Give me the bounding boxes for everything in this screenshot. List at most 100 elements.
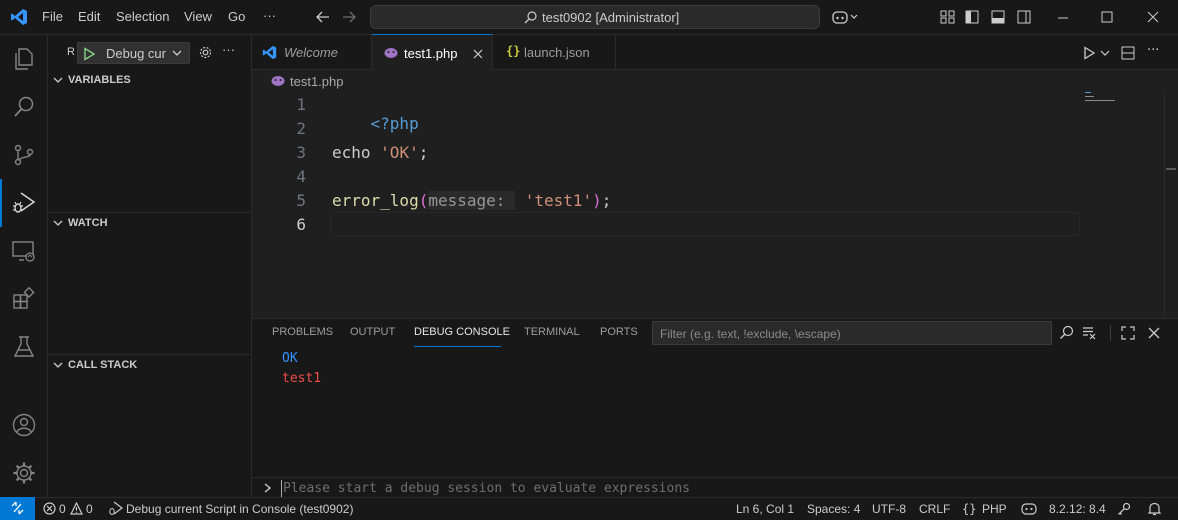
sidebar-more-actions[interactable]: ··· [222,42,235,57]
toggle-panel-icon[interactable] [991,10,1005,24]
start-debugging-icon[interactable] [82,47,96,61]
close-window-icon[interactable] [1147,11,1159,23]
php-file-icon [384,47,398,59]
copilot-icon[interactable] [832,9,858,25]
menu-selection[interactable]: Selection [116,9,169,24]
current-line-highlight [330,212,1080,236]
tab-ports[interactable]: PORTS [600,326,638,338]
function-error-log: error_log [332,191,419,210]
run-debug-sidebar: R Debug cur ··· VARIABLES WATCH CALL STA… [48,35,252,497]
debug-launch-icon[interactable] [108,501,123,516]
keyword-echo: echo [332,143,381,162]
tab-output[interactable]: OUTPUT [350,326,395,338]
error-icon[interactable] [43,502,56,515]
manage-gear-icon[interactable] [12,461,36,485]
error-count[interactable]: 0 [59,502,66,516]
title-bar: File Edit Selection View Go ··· test0902… [0,0,1178,35]
code-editor[interactable]: 1 2 3 4 5 6 <?php echo 'OK'; error_log(m… [252,92,1178,318]
section-call-stack[interactable]: CALL STACK [48,355,252,377]
extensions-icon[interactable] [12,287,36,311]
debug-console-input[interactable]: Please start a debug session to evaluate… [252,477,1178,498]
cursor-position[interactable]: Ln 6, Col 1 [736,502,794,516]
minimap[interactable] [1085,92,1165,318]
notifications-bell-icon[interactable] [1148,502,1161,516]
text-cursor [281,480,282,497]
indentation[interactable]: Spaces: 4 [807,502,860,516]
menu-view[interactable]: View [184,9,212,24]
remote-explorer-icon[interactable] [12,239,36,263]
paren-close: ) [592,191,602,210]
command-center[interactable]: test0902 [Administrator] [370,5,820,29]
line-number: 2 [296,119,306,138]
warning-count[interactable]: 0 [86,502,93,516]
line-number: 5 [296,191,306,210]
status-bar: 0 0 Debug current Script in Console (tes… [0,497,1178,520]
section-watch[interactable]: WATCH [48,213,252,235]
debug-config-dropdown[interactable]: Debug cur [77,42,190,64]
file-encoding[interactable]: UTF-8 [872,502,906,516]
open-launch-json-gear-icon[interactable] [198,45,213,60]
search-icon [524,11,537,24]
semicolon: ; [418,143,429,162]
menu-file[interactable]: File [42,9,63,24]
code-line-3: echo 'OK'; [332,143,428,162]
minimize-icon[interactable] [1057,12,1069,24]
filter-input[interactable]: Filter (e.g. text, !exclude, \escape) [652,321,1052,345]
back-arrow-icon[interactable] [316,10,330,24]
tab-test1-php[interactable]: test1.php [372,34,493,70]
divider [1110,325,1111,341]
tab-debug-console[interactable]: DEBUG CONSOLE [414,326,510,338]
testing-flask-icon[interactable] [12,335,36,359]
tab-launch-json-label: launch.json [524,45,590,60]
section-variables[interactable]: VARIABLES [48,70,252,92]
menu-more[interactable]: ··· [263,8,276,23]
breadcrumb-file[interactable]: test1.php [290,74,344,89]
php-file-icon [271,75,285,87]
key-icon[interactable] [1117,502,1131,516]
menu-go[interactable]: Go [228,9,245,24]
warning-icon[interactable] [70,502,83,515]
tab-welcome[interactable]: Welcome [252,35,372,70]
tab-launch-json[interactable]: {} launch.json [493,35,616,70]
chevron-down-icon[interactable] [1100,49,1110,57]
tab-terminal[interactable]: TERMINAL [524,326,580,338]
code-line-5: error_log(message: 'test1'); [332,191,611,210]
debug-target-label[interactable]: Debug current Script in Console (test090… [126,502,353,516]
php-version[interactable]: 8.2.12: 8.4 [1049,502,1106,516]
close-panel-icon[interactable] [1148,327,1160,339]
run-and-debug-icon[interactable] [12,191,36,215]
breadcrumb: test1.php [252,70,1178,92]
json-file-icon: {} [506,44,521,58]
accounts-icon[interactable] [12,413,36,437]
split-editor-icon[interactable] [1121,46,1135,60]
toggle-secondary-sidebar-icon[interactable] [1017,10,1031,24]
search-view-icon[interactable] [12,95,36,119]
vscode-logo-icon [10,8,28,26]
tab-problems[interactable]: PROBLEMS [272,326,333,338]
customize-layout-icon[interactable] [940,10,955,24]
scrollbar-track[interactable] [1164,92,1165,318]
explorer-icon[interactable] [12,47,36,71]
inlay-hint-message: message: [428,191,516,210]
maximize-icon[interactable] [1101,11,1113,23]
editor-more-actions[interactable]: ··· [1147,43,1159,58]
close-tab-icon[interactable] [473,49,483,59]
clear-console-icon[interactable] [1082,326,1098,340]
activity-bar [0,35,48,497]
line-number: 4 [296,167,306,186]
source-control-icon[interactable] [12,143,36,167]
maximize-panel-icon[interactable] [1121,326,1135,340]
remote-indicator[interactable] [0,497,35,520]
chevron-down-icon [52,359,64,371]
copilot-status-icon[interactable] [1021,502,1037,515]
language-brace-icon: {} [962,502,977,516]
string-ok: 'OK' [380,143,419,162]
run-file-play-icon[interactable] [1082,46,1096,60]
line-endings[interactable]: CRLF [919,502,950,516]
language-mode[interactable]: PHP [982,502,1007,516]
forward-arrow-icon[interactable] [342,10,356,24]
find-icon[interactable] [1059,325,1074,340]
command-center-label: test0902 [Administrator] [542,10,680,25]
menu-edit[interactable]: Edit [78,9,100,24]
toggle-primary-sidebar-icon[interactable] [965,10,979,24]
